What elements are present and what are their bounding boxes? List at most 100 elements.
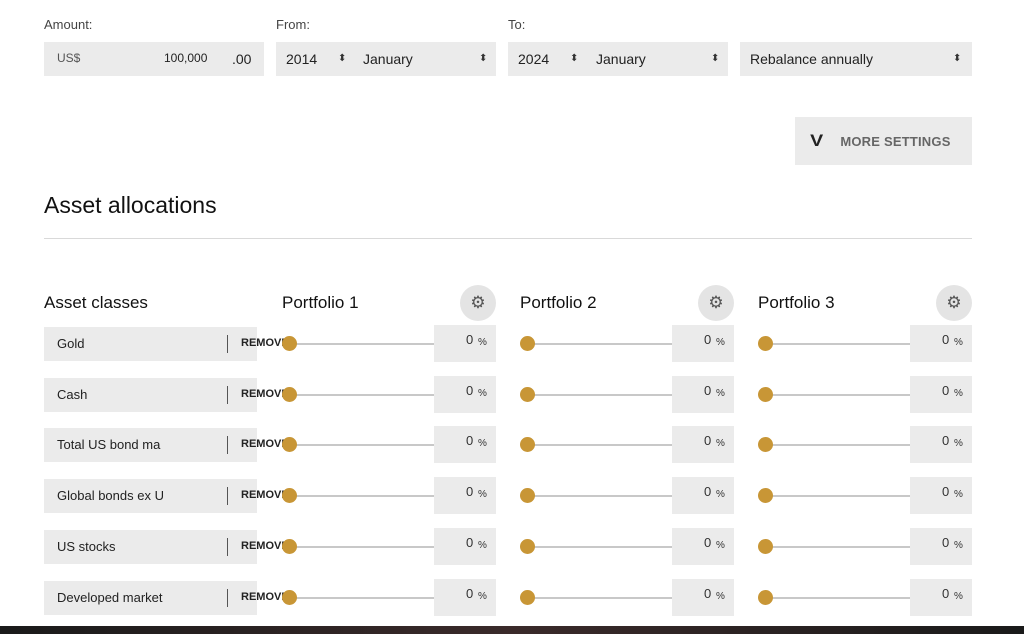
- percent-unit: %: [954, 337, 963, 348]
- asset-row: Total US bond ma REMOVE: [44, 428, 289, 462]
- allocation-value: 0: [704, 586, 712, 601]
- allocation-percent-input[interactable]: 0%: [910, 579, 972, 616]
- from-year-select[interactable]: 2014 ⬍: [276, 42, 352, 76]
- from-month-select[interactable]: January ⬍: [352, 42, 496, 76]
- asset-name[interactable]: Total US bond ma: [57, 437, 169, 452]
- percent-unit: %: [716, 438, 725, 449]
- allocation-percent-input[interactable]: 0%: [434, 376, 496, 413]
- slider-handle[interactable]: [282, 336, 297, 351]
- gear-icon[interactable]: ⚙: [936, 285, 972, 321]
- allocation-slider[interactable]: [524, 444, 672, 446]
- slider-handle[interactable]: [282, 590, 297, 605]
- allocation-slider[interactable]: [286, 495, 434, 497]
- chevron-down-icon: V: [810, 131, 824, 150]
- allocation-percent-input[interactable]: 0%: [910, 426, 972, 463]
- amount-value[interactable]: 100,000: [164, 51, 207, 65]
- separator: [227, 538, 228, 556]
- slider-handle[interactable]: [520, 488, 535, 503]
- slider-handle[interactable]: [758, 387, 773, 402]
- allocation-slider[interactable]: [762, 444, 910, 446]
- allocation-percent-input[interactable]: 0%: [434, 477, 496, 514]
- allocation-slider[interactable]: [524, 343, 672, 345]
- slider-handle[interactable]: [282, 387, 297, 402]
- to-year-value: 2024: [518, 51, 550, 67]
- slider-handle[interactable]: [758, 539, 773, 554]
- from-year-value: 2014: [286, 51, 318, 67]
- allocation-percent-input[interactable]: 0%: [672, 477, 734, 514]
- allocation-percent-input[interactable]: 0%: [434, 579, 496, 616]
- from-month-value: January: [363, 51, 413, 67]
- to-year-select[interactable]: 2024 ⬍: [508, 42, 584, 76]
- slider-handle[interactable]: [758, 590, 773, 605]
- asset-name[interactable]: Global bonds ex U: [57, 488, 169, 503]
- allocation-percent-input[interactable]: 0%: [672, 528, 734, 565]
- to-month-value: January: [596, 51, 646, 67]
- slider-handle[interactable]: [520, 336, 535, 351]
- allocation-slider[interactable]: [762, 343, 910, 345]
- slider-handle[interactable]: [520, 387, 535, 402]
- allocation-percent-input[interactable]: 0%: [434, 426, 496, 463]
- percent-unit: %: [478, 388, 487, 399]
- allocation-slider[interactable]: [524, 394, 672, 396]
- percent-unit: %: [954, 489, 963, 500]
- allocation-slider[interactable]: [286, 343, 434, 345]
- allocation-slider[interactable]: [762, 495, 910, 497]
- asset-name[interactable]: Cash: [57, 387, 169, 402]
- allocation-slider[interactable]: [286, 546, 434, 548]
- slider-handle[interactable]: [520, 590, 535, 605]
- allocation-percent-input[interactable]: 0%: [910, 528, 972, 565]
- slider-handle[interactable]: [520, 539, 535, 554]
- allocation-slider[interactable]: [524, 546, 672, 548]
- allocation-percent-input[interactable]: 0%: [434, 528, 496, 565]
- asset-row: Developed market REMOVE: [44, 581, 289, 615]
- allocation-value: 0: [704, 433, 712, 448]
- gear-icon[interactable]: ⚙: [698, 285, 734, 321]
- allocation-value: 0: [942, 535, 950, 550]
- slider-handle[interactable]: [282, 488, 297, 503]
- gear-icon[interactable]: ⚙: [460, 285, 496, 321]
- allocation-slider[interactable]: [524, 495, 672, 497]
- allocation-slider[interactable]: [286, 394, 434, 396]
- allocation-value: 0: [704, 535, 712, 550]
- asset-name[interactable]: US stocks: [57, 539, 169, 554]
- allocation-slider[interactable]: [524, 597, 672, 599]
- asset-row: Cash REMOVE: [44, 378, 289, 412]
- asset-name[interactable]: Developed market: [57, 590, 169, 605]
- allocation-percent-input[interactable]: 0%: [672, 426, 734, 463]
- allocation-slider[interactable]: [762, 546, 910, 548]
- to-month-select[interactable]: January ⬍: [584, 42, 728, 76]
- allocation-slider[interactable]: [762, 597, 910, 599]
- updown-caret-icon: ⬍: [953, 53, 962, 64]
- amount-cents[interactable]: .00: [232, 51, 251, 67]
- percent-unit: %: [954, 438, 963, 449]
- amount-field[interactable]: US$ 100,000 .00: [44, 42, 264, 76]
- allocation-percent-input[interactable]: 0%: [672, 579, 734, 616]
- allocation-slider[interactable]: [286, 444, 434, 446]
- more-settings-button[interactable]: V MORE SETTINGS: [795, 117, 972, 165]
- slider-handle[interactable]: [520, 437, 535, 452]
- allocation-percent-input[interactable]: 0%: [910, 477, 972, 514]
- allocation-percent-input[interactable]: 0%: [434, 325, 496, 362]
- updown-caret-icon: ⬍: [338, 53, 347, 64]
- slider-handle[interactable]: [758, 336, 773, 351]
- updown-caret-icon: ⬍: [711, 53, 720, 64]
- separator: [227, 386, 228, 404]
- allocation-value: 0: [466, 484, 474, 499]
- slider-handle[interactable]: [758, 437, 773, 452]
- allocation-percent-input[interactable]: 0%: [672, 376, 734, 413]
- asset-name[interactable]: Gold: [57, 336, 169, 351]
- allocation-percent-input[interactable]: 0%: [910, 325, 972, 362]
- allocation-percent-input[interactable]: 0%: [672, 325, 734, 362]
- allocation-value: 0: [466, 535, 474, 550]
- updown-caret-icon: ⬍: [479, 53, 488, 64]
- slider-handle[interactable]: [282, 539, 297, 554]
- allocation-slider[interactable]: [762, 394, 910, 396]
- slider-handle[interactable]: [758, 488, 773, 503]
- rebalance-select[interactable]: Rebalance annually ⬍: [740, 42, 972, 76]
- percent-unit: %: [954, 388, 963, 399]
- allocation-percent-input[interactable]: 0%: [910, 376, 972, 413]
- allocation-slider[interactable]: [286, 597, 434, 599]
- asset-classes-title: Asset classes: [44, 293, 148, 312]
- percent-unit: %: [716, 591, 725, 602]
- slider-handle[interactable]: [282, 437, 297, 452]
